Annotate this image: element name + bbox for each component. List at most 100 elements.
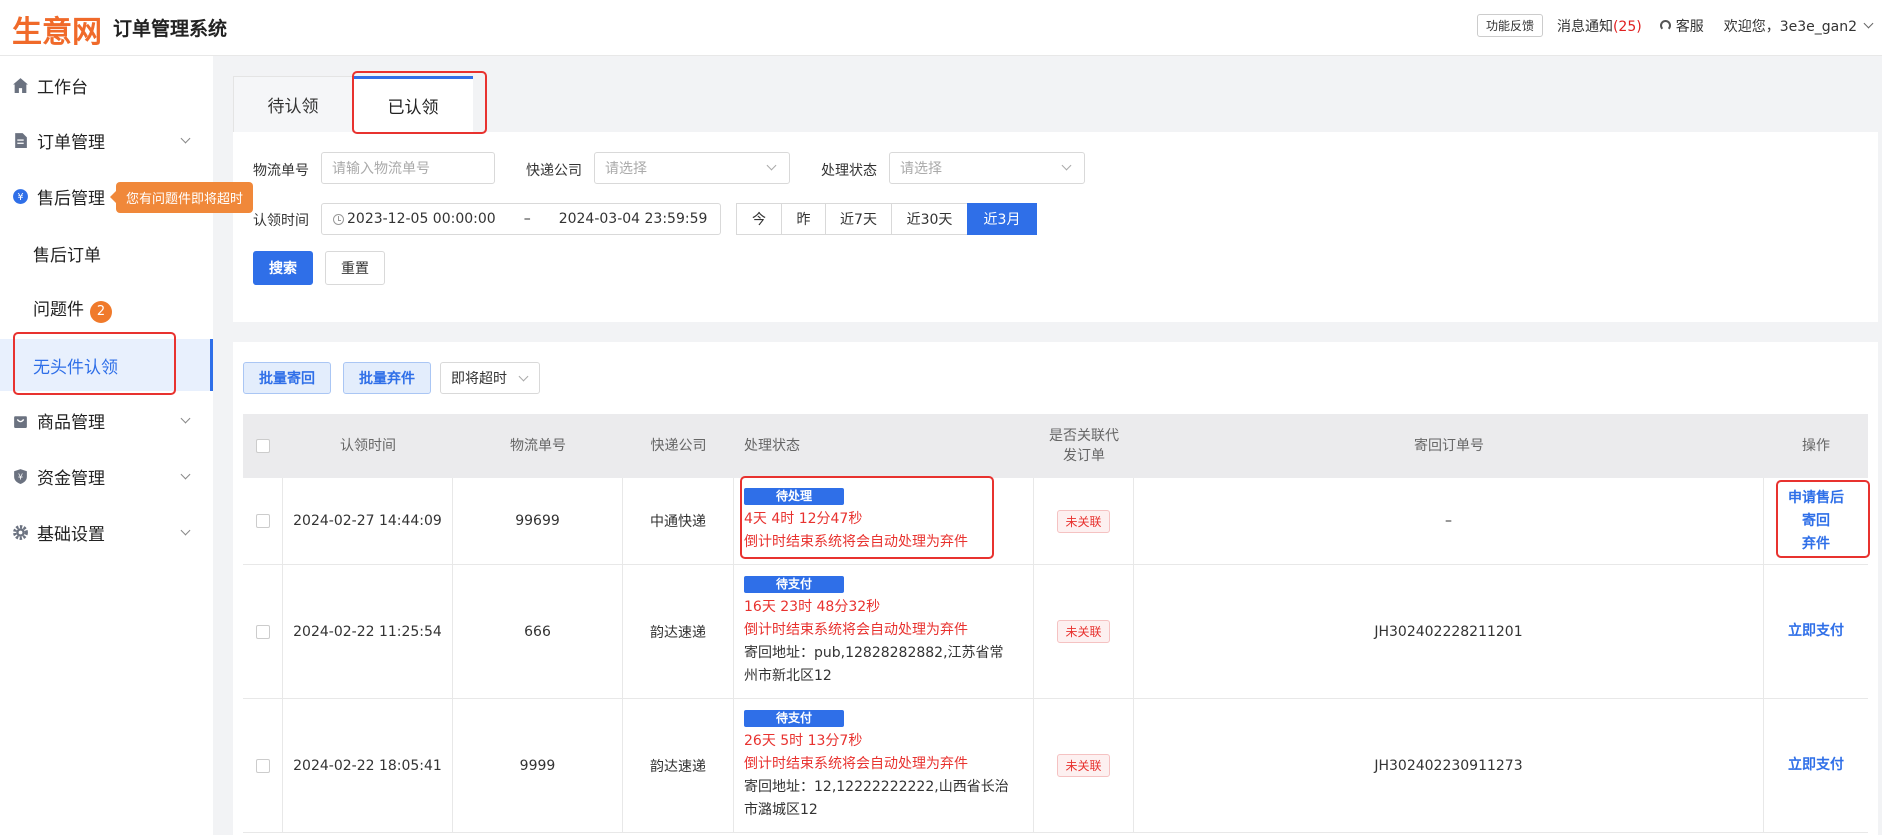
return-address: 寄回地址：12,12222222222,山西省长治市潞城区12 bbox=[744, 778, 1009, 818]
quick-3months[interactable]: 近3月 bbox=[967, 203, 1037, 235]
courier-select[interactable]: 请选择 bbox=[594, 152, 790, 184]
header-ops: 操作 bbox=[1802, 438, 1830, 454]
feedback-button[interactable]: 功能反馈 bbox=[1476, 14, 1543, 37]
header-status: 处理状态 bbox=[744, 438, 800, 454]
status-badge: 待支付 bbox=[744, 575, 844, 593]
unlinked-badge: 未关联 bbox=[1057, 754, 1110, 777]
svg-text:¥: ¥ bbox=[18, 472, 23, 481]
courier-placeholder: 请选择 bbox=[605, 161, 647, 177]
shield-yen-icon: ¥ bbox=[14, 468, 27, 484]
header-actions: 功能反馈 消息通知(25) 客服 欢迎您，3e3e_gan2 bbox=[1476, 14, 1874, 37]
table-row: 2024-02-27 14:44:09 99699 中通快递 待处理 4天 4时… bbox=[243, 478, 1868, 565]
return-link[interactable]: 寄回 bbox=[1802, 510, 1830, 533]
sidebar-item-products[interactable]: 商品管理 bbox=[0, 395, 213, 445]
header-linked-line2: 发订单 bbox=[1063, 448, 1105, 464]
svg-text:¥: ¥ bbox=[17, 192, 23, 203]
ops-group: 立即支付 bbox=[1788, 620, 1844, 643]
return-order-cell: JH302402228211201 bbox=[1134, 565, 1764, 698]
pay-now-link[interactable]: 立即支付 bbox=[1788, 754, 1844, 777]
sidebar-item-settings[interactable]: 基础设置 bbox=[0, 507, 213, 557]
chevron-down-icon bbox=[1863, 18, 1874, 29]
sidebar-item-funds[interactable]: ¥ 资金管理 bbox=[0, 451, 213, 501]
service-link[interactable]: 客服 bbox=[1659, 16, 1704, 36]
claim-time-label: 认领时间 bbox=[253, 213, 309, 229]
sidebar-item-label: 售后管理 bbox=[37, 188, 105, 209]
status-badge: 待处理 bbox=[744, 488, 844, 505]
system-title: 订单管理系统 bbox=[113, 18, 228, 40]
courier-label: 快递公司 bbox=[526, 163, 582, 179]
gear-icon bbox=[13, 524, 28, 540]
timeout-tooltip: 您有问题件即将超时 bbox=[109, 182, 254, 213]
courier-cell: 韵达速递 bbox=[623, 565, 734, 698]
select-all-checkbox[interactable] bbox=[256, 439, 270, 453]
timeout-filter-select[interactable]: 即将超时 bbox=[440, 362, 540, 394]
ops-group: 申请售后 寄回 弃件 bbox=[1788, 487, 1844, 556]
sidebar-item-label: 基础设置 bbox=[37, 524, 105, 545]
messages-link[interactable]: 消息通知(25) bbox=[1557, 16, 1642, 36]
date-end[interactable]: 2024-03-04 23:59:59 bbox=[559, 211, 708, 227]
row-checkbox-cell bbox=[243, 565, 283, 698]
courier-cell: 中通快递 bbox=[623, 478, 734, 564]
countdown-text: 26天 5时 13分7秒 bbox=[744, 732, 863, 749]
row-checkbox[interactable] bbox=[255, 624, 270, 639]
apply-aftersale-link[interactable]: 申请售后 bbox=[1788, 487, 1844, 510]
tab-bar: 待认领 已认领 bbox=[233, 76, 1878, 132]
row-checkbox[interactable] bbox=[255, 758, 270, 773]
reset-button[interactable]: 重置 bbox=[325, 251, 385, 285]
header-claim-time: 认领时间 bbox=[340, 438, 396, 454]
status-select[interactable]: 请选择 bbox=[889, 152, 1085, 184]
sidebar-item-label: 订单管理 bbox=[37, 132, 105, 153]
top-header: 生意网 订单管理系统 功能反馈 消息通知(25) 客服 欢迎您，3e3e_gan… bbox=[0, 0, 1882, 56]
sidebar-sub-problem-items[interactable]: 问题件 2 bbox=[0, 283, 213, 335]
return-address: 寄回地址：pub,12828282882,江苏省常州市新北区12 bbox=[744, 644, 1004, 684]
header-checkbox-cell bbox=[243, 414, 283, 478]
quick-yesterday[interactable]: 昨 bbox=[781, 203, 826, 235]
welcome-text: 欢迎您，3e3e_gan2 bbox=[1723, 18, 1857, 35]
table-header: 认领时间 物流单号 快递公司 处理状态 是否关联代 发订单 寄回订单号 操作 bbox=[243, 414, 1868, 478]
yen-icon: ¥ bbox=[13, 188, 28, 204]
quick-today[interactable]: 今 bbox=[736, 203, 782, 235]
service-label: 客服 bbox=[1675, 18, 1704, 35]
pay-now-link[interactable]: 立即支付 bbox=[1788, 620, 1844, 643]
quick-7days[interactable]: 近7天 bbox=[825, 203, 892, 235]
auto-abandon-notice: 倒计时结束系统将会自动处理为弃件 bbox=[744, 621, 968, 638]
sidebar-item-workbench[interactable]: 工作台 bbox=[0, 60, 213, 110]
batch-return-button[interactable]: 批量寄回 bbox=[243, 362, 331, 394]
chevron-down-icon bbox=[1061, 160, 1072, 171]
status-cell: 待支付 16天 23时 48分32秒 倒计时结束系统将会自动处理为弃件 寄回地址… bbox=[734, 565, 1034, 698]
logo[interactable]: 生意网 bbox=[12, 7, 102, 51]
messages-count: (25) bbox=[1612, 18, 1642, 35]
chevron-down-icon bbox=[518, 371, 529, 382]
home-icon bbox=[13, 77, 28, 93]
countdown-text: 16天 23时 48分32秒 bbox=[744, 598, 881, 615]
status-cell: 待处理 4天 4时 12分47秒 倒计时结束系统将会自动处理为弃件 bbox=[734, 478, 1034, 564]
tracking-input[interactable]: 请输入物流单号 bbox=[321, 152, 495, 184]
sidebar-sub-unclaimed[interactable]: 无头件认领 bbox=[0, 339, 213, 391]
status-cell: 待支付 26天 5时 13分7秒 倒计时结束系统将会自动处理为弃件 寄回地址：1… bbox=[734, 699, 1034, 832]
unlinked-badge: 未关联 bbox=[1057, 509, 1110, 533]
tab-pending[interactable]: 待认领 bbox=[233, 76, 353, 132]
chevron-down-icon bbox=[180, 133, 191, 144]
date-separator: – bbox=[523, 211, 531, 227]
date-range-picker[interactable]: 2023-12-05 00:00:00 – 2024-03-04 23:59:5… bbox=[321, 203, 721, 235]
abandon-link[interactable]: 弃件 bbox=[1802, 533, 1830, 556]
date-start[interactable]: 2023-12-05 00:00:00 bbox=[347, 211, 496, 227]
ops-cell: 申请售后 寄回 弃件 bbox=[1764, 478, 1868, 564]
sidebar-sub-aftersale-orders[interactable]: 售后订单 bbox=[0, 227, 213, 279]
ops-group: 立即支付 bbox=[1788, 754, 1844, 777]
status-label: 处理状态 bbox=[821, 163, 877, 179]
header-linked: 是否关联代 发订单 bbox=[1034, 414, 1134, 478]
tab-claimed[interactable]: 已认领 bbox=[353, 76, 473, 132]
auto-abandon-notice: 倒计时结束系统将会自动处理为弃件 bbox=[744, 534, 968, 550]
bag-icon bbox=[14, 415, 27, 428]
row-checkbox[interactable] bbox=[255, 514, 270, 528]
search-button[interactable]: 搜索 bbox=[253, 251, 313, 285]
user-menu[interactable]: 欢迎您，3e3e_gan2 bbox=[1723, 16, 1874, 36]
batch-abandon-button[interactable]: 批量弃件 bbox=[343, 362, 431, 394]
sidebar-item-orders[interactable]: 订单管理 bbox=[0, 115, 213, 165]
sidebar-sub-label: 问题件 2 bbox=[33, 295, 112, 323]
header-tracking: 物流单号 bbox=[510, 438, 566, 454]
quick-30days[interactable]: 近30天 bbox=[891, 203, 968, 235]
status-badge: 待支付 bbox=[744, 709, 844, 727]
linked-cell: 未关联 bbox=[1034, 478, 1134, 564]
